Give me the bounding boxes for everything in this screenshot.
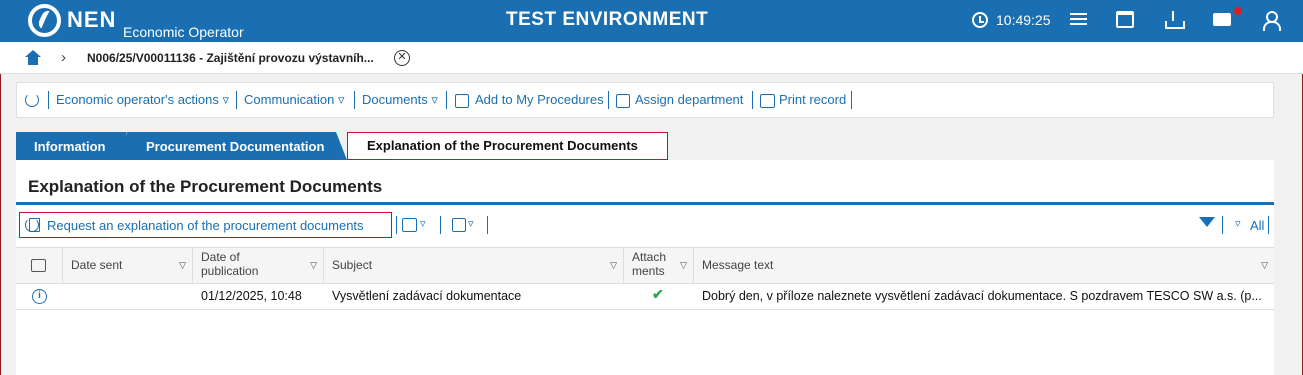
info-icon[interactable]: i	[32, 289, 47, 304]
breadcrumb-current[interactable]: N006/25/V00011136 - Zajištění provozu vý…	[87, 51, 374, 65]
actions-toolbar: Economic operator's actions ▿ Communicat…	[16, 82, 1274, 118]
explanation-panel: Explanation of the Procurement Documents…	[16, 160, 1274, 375]
notification-dot	[1234, 7, 1242, 15]
column-settings-cell[interactable]	[16, 248, 63, 283]
sort-icon[interactable]: ▽	[680, 260, 687, 271]
request-explanation-label: Request an explanation of the procuremen…	[47, 218, 364, 233]
documents-menu[interactable]: Documents ▿	[362, 92, 438, 108]
sort-icon[interactable]: ▽	[179, 260, 186, 271]
divider	[1222, 216, 1223, 234]
calendar-icon[interactable]	[1116, 11, 1134, 28]
environment-title: TEST ENVIRONMENT	[506, 9, 709, 30]
print-record-button[interactable]: Print record	[779, 92, 846, 107]
close-icon[interactable]: ✕	[394, 50, 410, 66]
column-subject[interactable]: Subject ▽	[324, 248, 624, 283]
column-date-sent[interactable]: Date sent ▽	[63, 248, 193, 283]
attachment-check-icon: ✔	[652, 286, 664, 302]
divider	[851, 91, 852, 109]
export-menu-caret[interactable]: ▿	[468, 217, 474, 230]
print-menu-caret[interactable]: ▿	[420, 217, 426, 230]
printer-icon	[760, 94, 775, 108]
download-icon[interactable]	[1164, 10, 1185, 30]
divider	[608, 91, 609, 109]
assign-department-icon	[616, 94, 630, 108]
filter-caret[interactable]: ▿	[1235, 217, 1241, 230]
divider	[446, 91, 447, 109]
cell-message-text: Dobrý den, v příloze naleznete vysvětlen…	[702, 289, 1262, 303]
panel-title: Explanation of the Procurement Documents	[28, 177, 383, 196]
top-bar: NEN Economic Operator TEST ENVIRONMENT 1…	[0, 0, 1303, 42]
logo-text[interactable]: NEN	[67, 7, 116, 33]
logo-subtitle: Economic Operator	[123, 24, 244, 40]
refresh-icon[interactable]	[25, 93, 39, 107]
filter-all-button[interactable]: All	[1250, 218, 1264, 233]
tab-information[interactable]: Information	[16, 132, 131, 160]
tab-procurement-documentation[interactable]: Procurement Documentation	[127, 132, 347, 160]
chevron-right-icon: ›	[61, 49, 66, 66]
divider	[440, 216, 441, 234]
communication-menu[interactable]: Communication ▿	[244, 92, 344, 108]
divider	[752, 91, 753, 109]
breadcrumb: › N006/25/V00011136 - Zajištění provozu …	[0, 42, 1303, 74]
column-message-text[interactable]: Message text ▽	[694, 248, 1274, 283]
clock-icon	[972, 12, 988, 28]
divider	[1268, 216, 1269, 234]
column-attachments[interactable]: Attach ments ▽	[624, 248, 694, 283]
divider	[16, 202, 1274, 205]
nen-logo-icon[interactable]	[28, 4, 61, 37]
export-icon[interactable]	[452, 218, 466, 232]
divider	[487, 216, 488, 234]
request-explanation-button[interactable]: Request an explanation of the procuremen…	[19, 212, 392, 238]
column-settings-icon[interactable]	[31, 259, 46, 272]
divider	[236, 91, 237, 109]
session-time: 10:49:25	[996, 12, 1051, 28]
filter-icon[interactable]	[1199, 217, 1215, 227]
clipboard-icon	[29, 218, 40, 232]
home-icon[interactable]	[25, 50, 41, 65]
divider	[396, 216, 397, 234]
table-row[interactable]: i 01/12/2025, 10:48 Vysvětlení zadávací …	[16, 284, 1274, 310]
tab-explanation[interactable]: Explanation of the Procurement Documents	[347, 132, 668, 160]
assign-department-button[interactable]: Assign department	[635, 92, 743, 107]
add-procedures-icon	[455, 94, 469, 108]
divider	[48, 91, 49, 109]
user-icon[interactable]	[1261, 10, 1281, 31]
menu-icon[interactable]	[1069, 10, 1089, 30]
cell-date-publication: 01/12/2025, 10:48	[201, 289, 302, 303]
mail-icon[interactable]	[1213, 13, 1231, 26]
cell-subject: Vysvětlení zadávací dokumentace	[332, 289, 522, 303]
column-date-publication[interactable]: Date of publication ▽	[193, 248, 324, 283]
table-header: Date sent ▽ Date of publication ▽ Subject…	[16, 247, 1274, 284]
sort-icon[interactable]: ▽	[310, 260, 317, 271]
sort-icon[interactable]: ▽	[610, 260, 617, 271]
divider	[354, 91, 355, 109]
printer-icon[interactable]	[402, 218, 417, 232]
border	[0, 74, 1, 375]
add-to-my-procedures-button[interactable]: Add to My Procedures	[475, 92, 604, 107]
sort-icon[interactable]: ▽	[1261, 260, 1268, 271]
economic-operator-actions-menu[interactable]: Economic operator's actions ▿	[56, 92, 229, 108]
